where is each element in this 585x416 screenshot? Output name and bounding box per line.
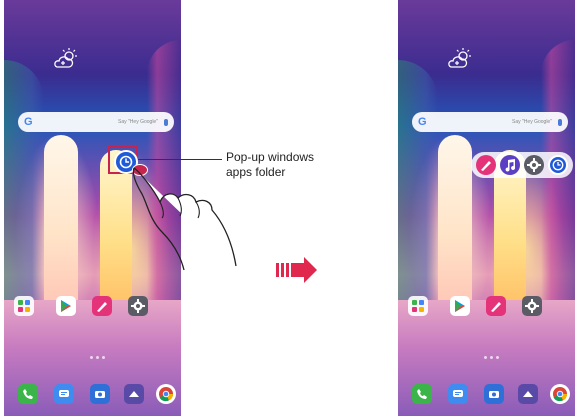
home-screen-after: G Say "Hey Google" [398,0,575,416]
pen-icon[interactable] [486,296,506,316]
page-indicator [90,356,105,359]
chrome-icon[interactable] [156,384,176,404]
settings-icon[interactable] [128,296,148,316]
pen-icon[interactable] [476,155,496,175]
music-icon[interactable] [500,155,520,175]
mic-icon[interactable] [164,118,168,126]
app-drawer-icon[interactable] [518,384,538,404]
search-hint: Say "Hey Google" [512,119,552,125]
google-search-bar[interactable]: G Say "Hey Google" [412,112,568,132]
weather-cloud-sun-icon[interactable] [446,48,472,70]
google-icon: G [24,116,33,128]
pen-icon[interactable] [92,296,112,316]
apps-folder-icon[interactable] [14,296,34,316]
phone-icon[interactable] [18,384,38,404]
google-search-bar[interactable]: G Say "Hey Google" [18,112,174,132]
callout-label: Pop-up windows apps folder [226,150,356,180]
messages-icon[interactable] [54,384,74,404]
page-indicator [484,356,499,359]
popup-apps-folder [471,152,573,178]
play-store-icon[interactable] [56,296,76,316]
callout-line-2: apps folder [226,165,286,179]
apps-folder-icon[interactable] [408,296,428,316]
callout-line [138,159,222,160]
messages-icon[interactable] [448,384,468,404]
settings-icon[interactable] [522,296,542,316]
google-icon: G [418,116,427,128]
clock-icon[interactable] [548,155,568,175]
settings-icon[interactable] [524,155,544,175]
chrome-icon[interactable] [550,384,570,404]
callout-line-1: Pop-up windows [226,150,315,164]
search-hint: Say "Hey Google" [118,119,158,125]
play-store-icon[interactable] [450,296,470,316]
phone-icon[interactable] [412,384,432,404]
transition-arrow-icon [276,255,318,290]
camera-icon[interactable] [90,384,110,404]
mic-icon[interactable] [558,118,562,126]
weather-cloud-sun-icon[interactable] [52,48,78,70]
camera-icon[interactable] [484,384,504,404]
app-drawer-icon[interactable] [124,384,144,404]
